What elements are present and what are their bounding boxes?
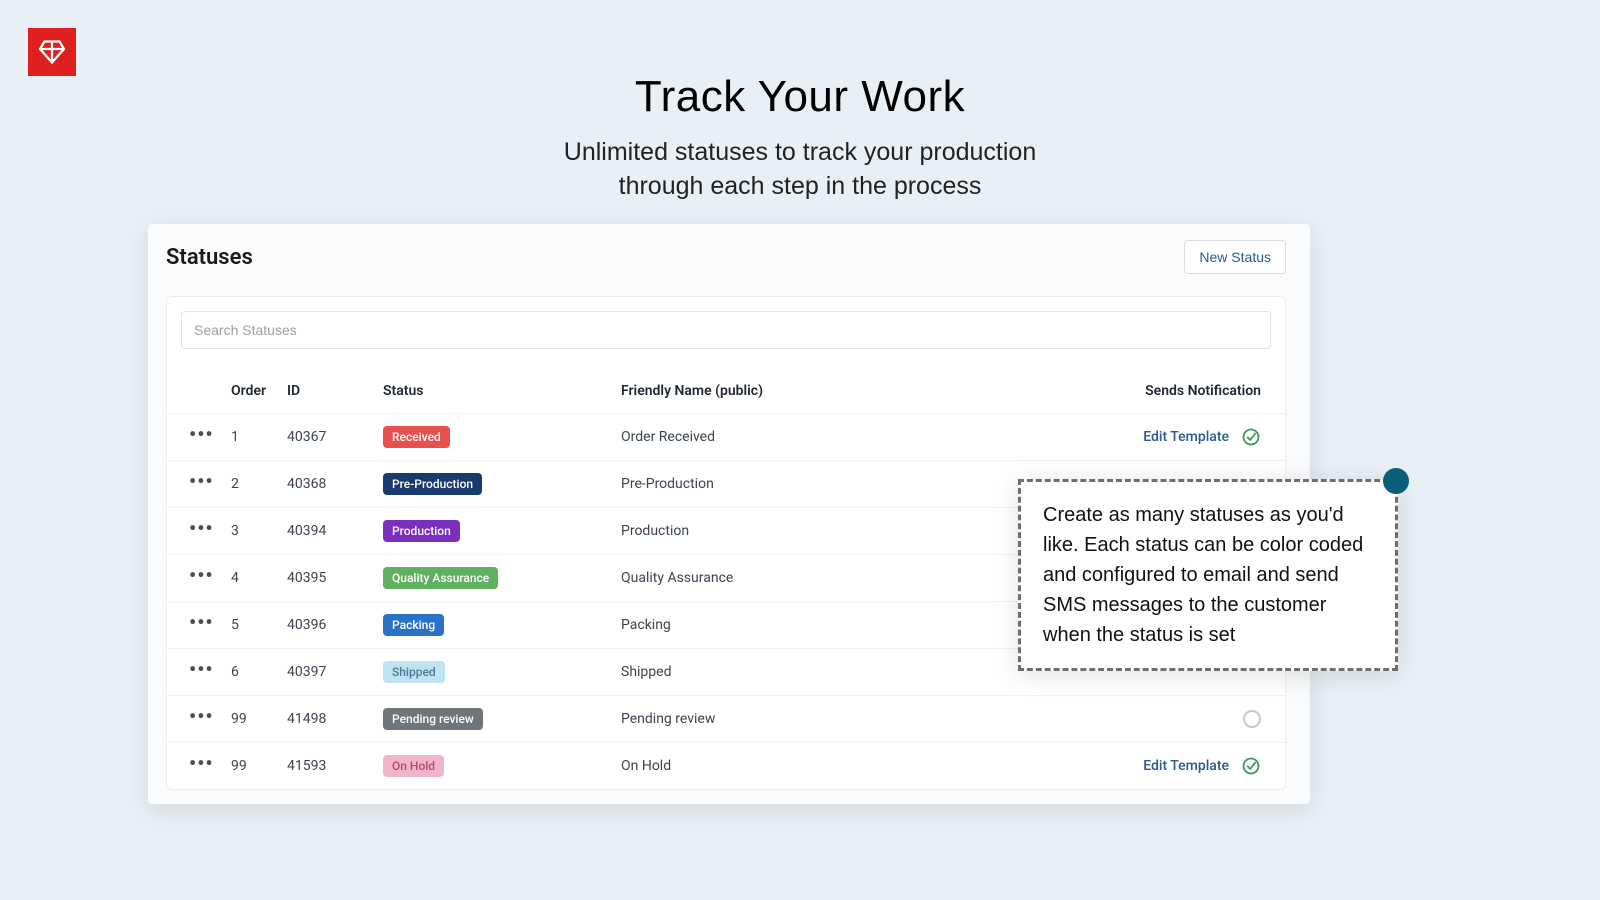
cell-notification — [1085, 696, 1285, 743]
cell-id: 40395 — [279, 555, 375, 602]
logo-icon — [34, 34, 70, 70]
table-row: ••• 9941498 Pending review Pending review — [167, 696, 1285, 743]
header-friendly: Friendly Name (public) — [613, 373, 1085, 414]
status-badge: Shipped — [383, 661, 445, 683]
cell-friendly: Production — [613, 508, 1085, 555]
row-actions-icon[interactable]: ••• — [189, 759, 214, 767]
edit-template-link[interactable]: Edit Template — [1143, 758, 1229, 774]
check-icon — [1241, 758, 1261, 774]
cell-order: 4 — [223, 555, 279, 602]
check-icon — [1241, 429, 1261, 445]
cell-notification: Edit Template — [1085, 414, 1285, 461]
row-actions-icon[interactable]: ••• — [189, 571, 214, 579]
hero-title: Track Your Work — [0, 72, 1600, 122]
cell-order: 99 — [223, 696, 279, 743]
hero-subtitle: Unlimited statuses to track your product… — [0, 136, 1600, 204]
cell-notification: Edit Template — [1085, 743, 1285, 790]
cell-order: 2 — [223, 461, 279, 508]
brand-logo — [28, 28, 76, 76]
new-status-button[interactable]: New Status — [1184, 240, 1286, 274]
callout-text: Create as many statuses as you'd like. E… — [1043, 504, 1363, 646]
callout-dot-icon — [1383, 468, 1409, 494]
status-badge: Received — [383, 426, 450, 448]
header-status: Status — [375, 373, 613, 414]
cell-order: 5 — [223, 602, 279, 649]
status-badge: Pre-Production — [383, 473, 482, 495]
cell-friendly: Pre-Production — [613, 461, 1085, 508]
cell-friendly: Shipped — [613, 649, 1085, 696]
row-actions-icon[interactable]: ••• — [189, 430, 214, 438]
row-actions-icon[interactable]: ••• — [189, 712, 214, 720]
cell-friendly: Packing — [613, 602, 1085, 649]
cell-order: 1 — [223, 414, 279, 461]
status-badge: Pending review — [383, 708, 483, 730]
row-actions-icon[interactable]: ••• — [189, 665, 214, 673]
search-input[interactable] — [181, 311, 1271, 349]
status-badge: Production — [383, 520, 460, 542]
cell-id: 41498 — [279, 696, 375, 743]
cell-friendly: Quality Assurance — [613, 555, 1085, 602]
cell-id: 40367 — [279, 414, 375, 461]
cell-id: 40397 — [279, 649, 375, 696]
status-badge: On Hold — [383, 755, 444, 777]
panel-header: Statuses New Status — [148, 224, 1310, 274]
header-id: ID — [279, 373, 375, 414]
cell-id: 40394 — [279, 508, 375, 555]
cell-friendly: On Hold — [613, 743, 1085, 790]
cell-order: 3 — [223, 508, 279, 555]
circle-icon — [1243, 710, 1261, 728]
cell-order: 99 — [223, 743, 279, 790]
cell-friendly: Order Received — [613, 414, 1085, 461]
callout: Create as many statuses as you'd like. E… — [1018, 479, 1398, 671]
header-notification: Sends Notification — [1085, 373, 1285, 414]
edit-template-link[interactable]: Edit Template — [1143, 429, 1229, 445]
cell-id: 40396 — [279, 602, 375, 649]
row-actions-icon[interactable]: ••• — [189, 618, 214, 626]
table-row: ••• 9941593 On Hold On Hold Edit Template — [167, 743, 1285, 790]
status-badge: Quality Assurance — [383, 567, 498, 589]
row-actions-icon[interactable]: ••• — [189, 477, 214, 485]
row-actions-icon[interactable]: ••• — [189, 524, 214, 532]
status-badge: Packing — [383, 614, 444, 636]
header-order: Order — [223, 373, 279, 414]
hero: Track Your Work Unlimited statuses to tr… — [0, 0, 1600, 204]
search-wrap — [167, 297, 1285, 349]
panel-title: Statuses — [166, 245, 253, 270]
cell-order: 6 — [223, 649, 279, 696]
table-row: ••• 140367 Received Order Received Edit Temp… — [167, 414, 1285, 461]
cell-friendly: Pending review — [613, 696, 1085, 743]
cell-id: 40368 — [279, 461, 375, 508]
cell-id: 41593 — [279, 743, 375, 790]
